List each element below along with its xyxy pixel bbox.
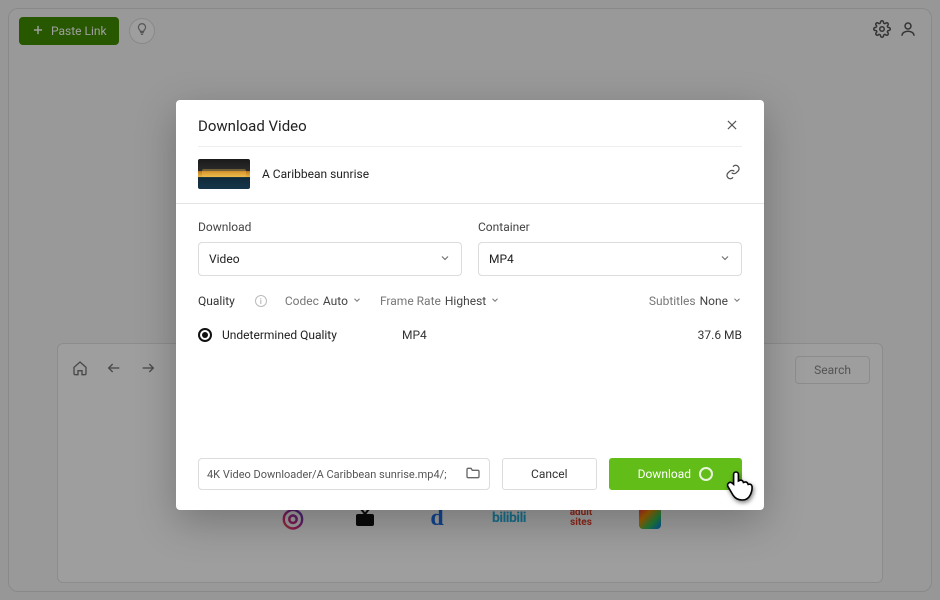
radio-selected-icon bbox=[198, 328, 212, 342]
framerate-value: Highest bbox=[445, 294, 486, 308]
close-button[interactable] bbox=[722, 116, 742, 136]
video-thumbnail bbox=[198, 159, 250, 189]
video-info-row: A Caribbean sunrise bbox=[176, 147, 764, 203]
folder-icon bbox=[465, 465, 481, 484]
container-value: MP4 bbox=[489, 252, 514, 266]
subtitles-label: Subtitles bbox=[649, 294, 696, 308]
codec-label: Codec bbox=[285, 294, 319, 308]
framerate-label: Frame Rate bbox=[380, 294, 441, 308]
download-type-label: Download bbox=[198, 220, 462, 234]
quality-label: Quality bbox=[198, 294, 235, 308]
info-icon[interactable]: i bbox=[255, 295, 267, 307]
quality-format: MP4 bbox=[402, 328, 522, 342]
close-icon bbox=[725, 117, 739, 136]
download-button-label: Download bbox=[638, 467, 691, 481]
dialog-title: Download Video bbox=[198, 117, 307, 135]
cancel-button[interactable]: Cancel bbox=[502, 458, 597, 490]
chevron-down-icon bbox=[732, 294, 742, 308]
download-type-select[interactable]: Video bbox=[198, 242, 462, 276]
dialog-footer: ;/4K Video Downloader/A Caribbean sunris… bbox=[176, 446, 764, 510]
container-select[interactable]: MP4 bbox=[478, 242, 742, 276]
video-title: A Caribbean sunrise bbox=[262, 167, 369, 181]
save-path-field[interactable]: ;/4K Video Downloader/A Caribbean sunris… bbox=[198, 458, 490, 490]
subtitles-value: None bbox=[700, 294, 728, 308]
chevron-down-icon bbox=[439, 252, 451, 267]
codec-select[interactable]: Codec Auto bbox=[285, 294, 362, 308]
download-type-value: Video bbox=[209, 252, 240, 266]
copy-link-button[interactable] bbox=[724, 165, 742, 183]
container-label: Container bbox=[478, 220, 742, 234]
chevron-down-icon bbox=[490, 294, 500, 308]
subtitles-select[interactable]: Subtitles None bbox=[649, 294, 742, 308]
codec-value: Auto bbox=[323, 294, 348, 308]
save-path-text: ;/4K Video Downloader/A Caribbean sunris… bbox=[207, 468, 459, 481]
quality-name: Undetermined Quality bbox=[222, 328, 402, 342]
browse-folder-button[interactable] bbox=[465, 465, 481, 484]
link-icon bbox=[725, 164, 741, 184]
download-button[interactable]: Download bbox=[609, 458, 742, 490]
quality-options-row: Quality i Codec Auto Frame Rate Highest … bbox=[176, 276, 764, 314]
spinner-icon bbox=[699, 467, 713, 481]
chevron-down-icon bbox=[719, 252, 731, 267]
download-video-dialog: Download Video A Caribbean sunrise Downl… bbox=[176, 100, 764, 510]
quality-option-row[interactable]: Undetermined Quality MP4 37.6 MB bbox=[176, 314, 764, 350]
framerate-select[interactable]: Frame Rate Highest bbox=[380, 294, 500, 308]
chevron-down-icon bbox=[352, 294, 362, 308]
quality-size: 37.6 MB bbox=[698, 328, 742, 342]
